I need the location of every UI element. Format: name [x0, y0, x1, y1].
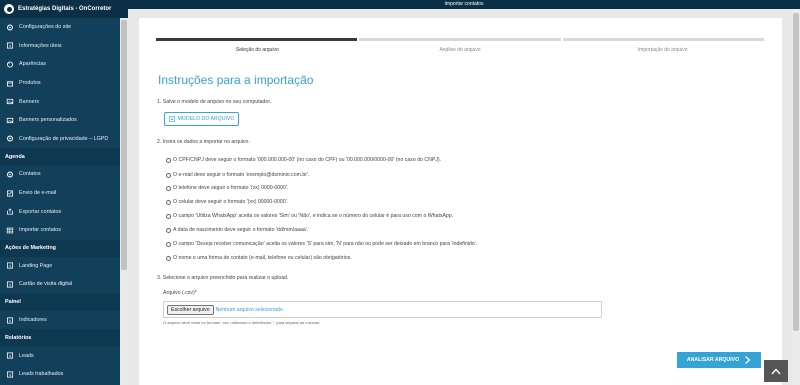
sidebar-item-label: Leads trabalhados — [19, 371, 64, 378]
rule-item: O telefone deve seguir o formato '(xx) 0… — [165, 185, 289, 191]
import-panel: Seleção do arquivo Análise do arquivo Im… — [139, 18, 782, 385]
brand-logo-icon — [4, 4, 14, 14]
download-icon — [168, 116, 175, 122]
sidebar: Estratégias Digitais - OnCorretor Config… — [0, 0, 128, 385]
file-input[interactable]: Escolher arquivo Nenhum arquivo selecion… — [163, 301, 602, 318]
sidebar-item-label: Exportar contatos — [19, 208, 62, 215]
sidebar-item-cartao-visita[interactable]: Cartão de visita digital — [0, 275, 120, 294]
sidebar-section-relatorios: Relatórios — [0, 329, 120, 347]
sidebar-item-banners[interactable]: Banners — [0, 92, 120, 111]
main-scrollbar-thumb[interactable] — [793, 13, 799, 331]
sidebar-item-privacidade[interactable]: Configuração de privacidade – LGPD — [0, 130, 120, 149]
sidebar-item-contatos[interactable]: Contatos — [0, 165, 120, 184]
gear-icon — [6, 24, 14, 31]
sidebar-section-marketing: Ações de Marketing — [0, 239, 120, 257]
main-scrollbar[interactable] — [792, 9, 800, 385]
file-hint: O arquivo deve estar no formato .csv, ut… — [163, 320, 321, 325]
sidebar-item-label: Configurações do site — [19, 24, 72, 31]
list-icon — [6, 352, 14, 359]
sidebar-item-label: Importar contatos — [19, 227, 61, 234]
sidebar-item-label: Produtos — [19, 80, 41, 87]
sidebar-item-informacoes[interactable]: Informações úteis — [0, 37, 120, 56]
sidebar-item-envio-email[interactable]: Envio de e-mail — [0, 184, 120, 203]
page-title: Instruções para a importação — [158, 73, 314, 87]
list-icon — [6, 371, 14, 378]
brand-header[interactable]: Estratégias Digitais - OnCorretor — [0, 0, 128, 18]
step-bar-selecao — [156, 38, 358, 41]
step1-text: 1. Salve o modelo de arquivo no seu comp… — [157, 99, 272, 105]
sidebar-item-exportar[interactable]: Exportar contatos — [0, 202, 120, 221]
box-icon — [6, 80, 14, 87]
analyze-file-button[interactable]: ANALISAR ARQUIVO — [677, 352, 761, 368]
file-field-label: Arquivo (.csv)* — [163, 290, 197, 296]
step-label-importacao: Importação do arquivo — [637, 47, 688, 53]
sidebar-item-banners-personalizados[interactable]: Banners personalizados — [0, 111, 120, 130]
rule-item: O campo 'Deseja receber comunicação' ace… — [165, 241, 478, 247]
sidebar-section-agenda: Agenda — [0, 148, 120, 166]
page-title-bar: Importar contatos — [128, 0, 800, 9]
sidebar-item-leads-trabalhados[interactable]: Leads trabalhados — [0, 365, 120, 384]
sidebar-item-label: Cartão de visita digital — [19, 281, 73, 288]
sidebar-item-label: Aparências — [19, 61, 46, 68]
export-icon — [6, 208, 14, 215]
card-icon — [6, 281, 14, 288]
stepper-labels: Seleção do arquivo Análise do arquivo Im… — [156, 47, 764, 53]
sidebar-item-configuracoes[interactable]: Configurações do site — [0, 18, 120, 37]
chevron-up-icon — [771, 367, 781, 374]
rule-item: O celular deve seguir o formato '(xx) 00… — [165, 199, 289, 205]
brand-title: Estratégias Digitais - OnCorretor — [18, 6, 112, 12]
shield-icon — [6, 135, 14, 142]
step-bar-importacao — [562, 38, 764, 41]
sidebar-menu: Configurações do site Informações úteis … — [0, 18, 120, 384]
info-icon — [6, 42, 14, 49]
analyze-file-label: ANALISAR ARQUIVO — [686, 357, 740, 363]
sidebar-item-label: Banners personalizados — [19, 117, 77, 124]
sidebar-scrollbar[interactable] — [120, 18, 128, 385]
image-icon — [6, 98, 14, 105]
mail-icon — [6, 190, 14, 197]
step-label-selecao: Seleção do arquivo — [235, 47, 279, 53]
rule-item: O nome e uma forma de contato (e-mail, t… — [166, 255, 352, 261]
sidebar-item-label: Envio de e-mail — [19, 190, 57, 197]
rule-item: A data de nascimento deve seguir o forma… — [165, 227, 309, 233]
sidebar-item-indicadores[interactable]: Indicadores — [0, 311, 120, 330]
file-status: Nenhum arquivo selecionado — [215, 306, 283, 313]
sidebar-item-label: Configuração de privacidade – LGPD — [19, 135, 109, 142]
step-bar-analise — [359, 38, 561, 41]
rule-item: O CPF/CNPJ deve seguir o formato '000.00… — [165, 157, 442, 163]
step-label-analise: Análise do arquivo — [439, 47, 481, 53]
dashboard-icon — [6, 316, 14, 324]
table-icon — [6, 227, 14, 234]
download-template-label: MODELO DO ARQUIVO — [177, 116, 235, 122]
sidebar-section-painel: Painel — [0, 293, 120, 311]
app: Estratégias Digitais - OnCorretor Config… — [0, 0, 800, 385]
palette-icon — [6, 61, 14, 68]
sidebar-item-label: Informações úteis — [19, 42, 62, 49]
contacts-icon — [6, 171, 14, 178]
step3-text: 3. Selecione o arquivo preenchido para r… — [157, 275, 289, 281]
sidebar-item-label: Landing Page — [19, 262, 53, 269]
stepper: Seleção do arquivo Análise do arquivo Im… — [156, 38, 764, 53]
sidebar-scrollbar-thumb[interactable] — [121, 20, 127, 270]
rule-item: O campo 'Utiliza WhatsApp' aceita os val… — [165, 213, 454, 219]
monitor-icon — [6, 262, 14, 269]
chevron-right-icon — [745, 356, 751, 364]
sidebar-item-produtos[interactable]: Produtos — [0, 74, 120, 93]
choose-file-button[interactable]: Escolher arquivo — [167, 304, 214, 315]
step2-text: 2. Insira os dados a importar no arquivo… — [157, 139, 250, 145]
sidebar-item-aparencias[interactable]: Aparências — [0, 55, 120, 74]
sidebar-item-leads[interactable]: Leads — [0, 346, 120, 365]
rule-item: O e-mail deve seguir o formato 'exemplo@… — [165, 172, 310, 178]
image-icon — [6, 117, 14, 124]
download-template-button[interactable]: MODELO DO ARQUIVO — [164, 112, 239, 126]
stepper-bars — [156, 38, 764, 41]
sidebar-item-landing-page[interactable]: Landing Page — [0, 257, 120, 276]
scroll-to-top-button[interactable] — [764, 360, 788, 382]
sidebar-item-label: Indicadores — [19, 317, 47, 324]
sidebar-item-label: Leads — [19, 352, 34, 359]
sidebar-item-label: Banners — [19, 98, 40, 105]
sidebar-item-label: Contatos — [19, 171, 41, 178]
sidebar-item-importar[interactable]: Importar contatos — [0, 221, 120, 240]
